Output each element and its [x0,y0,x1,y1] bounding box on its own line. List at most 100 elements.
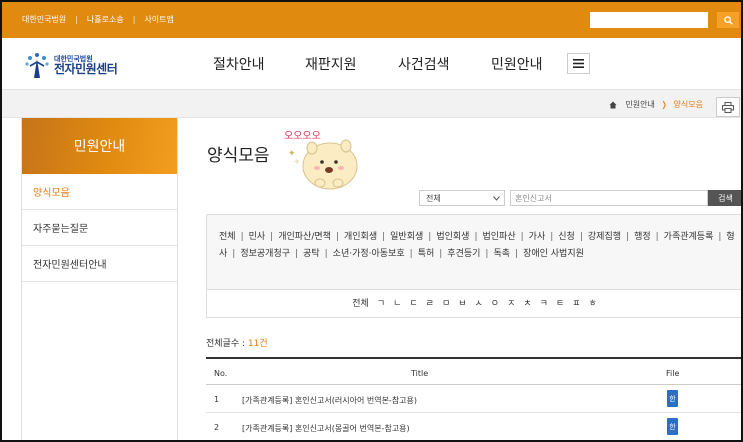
site-search-button[interactable] [717,12,739,28]
category-link[interactable]: 일반회생 [390,232,423,242]
category-select[interactable]: 전체 [419,190,505,206]
initial-filter-link[interactable]: ㅇ [491,299,499,309]
initial-filter-link[interactable]: ㄱ [377,299,385,309]
initial-filter-link[interactable]: 전체 [352,299,369,309]
separator: | [409,249,413,259]
category-link[interactable]: 정보공개청구 [240,249,290,259]
row-title-link[interactable]: [가족관계등록] 혼인신고서(러시아어 번역본-참고용) [242,395,417,406]
separator: | [335,232,339,242]
page-title: 양식모음 [207,146,270,166]
category-link[interactable]: 강제집행 [588,232,621,242]
initial-filter-link[interactable]: ㅌ [556,299,564,309]
logo-title: 전자민원센터 [54,62,118,77]
sidebar-item-faq[interactable]: 자주묻는질문 [22,210,177,246]
separator: | [240,232,244,242]
separator: | [626,232,630,242]
nav-trial-support[interactable]: 재판지원 [305,54,357,74]
header-no: No. [214,369,228,378]
category-link[interactable]: 공탁 [303,249,320,259]
main-header: 대한민국법원 전자민원센터 절차안내 재판지원 사건검색 민원안내 [0,38,743,90]
category-link[interactable]: 장애인 사법지원 [523,249,584,259]
initial-filter-link[interactable]: ㅊ [523,299,531,309]
category-link[interactable]: 법인회생 [436,232,469,242]
category-link[interactable]: 후견등기 [447,249,480,259]
row-title-link[interactable]: [가족관계등록] 혼인신고서(몽골어 번역본-참고용) [242,423,410,434]
category-link[interactable]: 개인파산/면책 [278,232,331,242]
header-file: File [666,369,680,378]
print-button[interactable] [716,97,740,117]
search-button[interactable]: 검색 [708,190,743,206]
breadcrumb: 민원안내 ❭ 양식모음 [609,99,703,110]
separator: | [428,232,432,242]
sidebar-item-forms[interactable]: 양식모음 [22,174,177,210]
chevron-right-icon: ❭ [660,100,668,109]
mascot-image: 오오오오 ✦ ✧ [284,128,364,198]
category-link[interactable]: 행정 [634,232,651,242]
hwp-file-icon[interactable]: 한 [667,418,678,435]
separator: | [132,15,136,24]
court-emblem-icon [25,53,49,78]
initial-filter-link[interactable]: ㅁ [442,299,450,309]
separator: | [655,232,659,242]
sidebar-title: 민원안내 [22,118,177,174]
initial-filter-link[interactable]: ㄷ [409,299,417,309]
category-link[interactable]: 특허 [418,249,435,259]
home-icon[interactable] [609,101,617,109]
initial-filter-link[interactable]: ㄹ [426,299,434,309]
chevron-down-icon [493,195,500,201]
initial-filter-link[interactable]: ㅎ [588,299,596,309]
category-link[interactable]: 민사 [249,232,266,242]
total-count: 전체글수 : 11건 [206,336,268,349]
separator: | [75,15,78,24]
nav-civil-service[interactable]: 민원안내 [491,54,543,74]
category-link[interactable]: 독촉 [493,249,510,259]
separator: | [718,232,722,242]
separator: | [439,249,443,259]
search-icon [723,15,733,25]
initial-filter-link[interactable]: ㅋ [540,299,548,309]
separator: | [382,232,386,242]
initial-consonant-filter: 전체 ㄱㄴㄷㄹㅁㅂㅅㅇㅈㅊㅋㅌㅍㅎ [207,290,742,318]
category-select-value: 전체 [426,193,441,203]
separator: | [295,249,299,259]
initial-filter-link[interactable]: ㅅ [475,299,483,309]
row-no: 2 [214,423,220,432]
site-search-input[interactable] [590,12,708,28]
printer-icon [722,101,734,113]
all-menu-button[interactable] [567,53,590,74]
keyword-input[interactable]: 혼인신고서 [510,190,708,206]
sidebar-item-center-guide[interactable]: 전자민원센터안내 [22,246,177,282]
table-row: 2 [가족관계등록] 혼인신고서(몽골어 번역본-참고용) 한 [206,413,743,441]
category-list: 전체 | 민사 | 개인파산/면책 | 개인회생 | 일반회생 | 법인회생 | 법인파산 | 가사 | 신청 |… [207,215,742,290]
breadcrumb-current: 양식모음 [673,100,703,109]
separator: | [520,232,524,242]
nav-case-search[interactable]: 사건검색 [398,54,450,74]
category-link[interactable]: 신청 [558,232,575,242]
separator: | [232,249,236,259]
link-court[interactable]: 대한민국법원 [22,14,66,25]
separator: | [485,249,489,259]
separator: | [579,232,583,242]
site-logo[interactable]: 대한민국법원 전자민원센터 [24,52,118,80]
category-link[interactable]: 개인회생 [344,232,377,242]
link-sitemap[interactable]: 사이트맵 [144,14,173,25]
initial-filter-link[interactable]: ㅂ [458,299,466,309]
breadcrumb-bar: 민원안내 ❭ 양식모음 [0,90,743,118]
link-self-litigation[interactable]: 나홀로소송 [87,14,124,25]
total-count-label: 전체글수 : [206,339,248,349]
category-link[interactable]: 소년·가정·아동보호 [333,249,405,259]
initial-filter-link[interactable]: ㅈ [507,299,515,309]
initial-filter-link[interactable]: ㄴ [393,299,401,309]
category-filter: 전체 | 민사 | 개인파산/면책 | 개인회생 | 일반회생 | 법인회생 | 법인파산 | 가사 | 신청 |… [206,214,743,318]
initial-filter-link[interactable]: ㅍ [572,299,580,309]
category-link[interactable]: 전체 [219,232,236,242]
nav-procedure[interactable]: 절차안내 [213,54,265,74]
table-row: 1 [가족관계등록] 혼인신고서(러시아어 번역본-참고용) 한 [206,385,743,413]
category-link[interactable]: 가사 [529,232,546,242]
table-header: No. Title File [206,357,743,385]
breadcrumb-parent[interactable]: 민원안내 [625,99,654,110]
hwp-file-icon[interactable]: 한 [667,390,678,407]
category-link[interactable]: 가족관계등록 [664,232,714,242]
mascot-caption: 오오오오 [284,131,321,142]
category-link[interactable]: 법인파산 [483,232,516,242]
